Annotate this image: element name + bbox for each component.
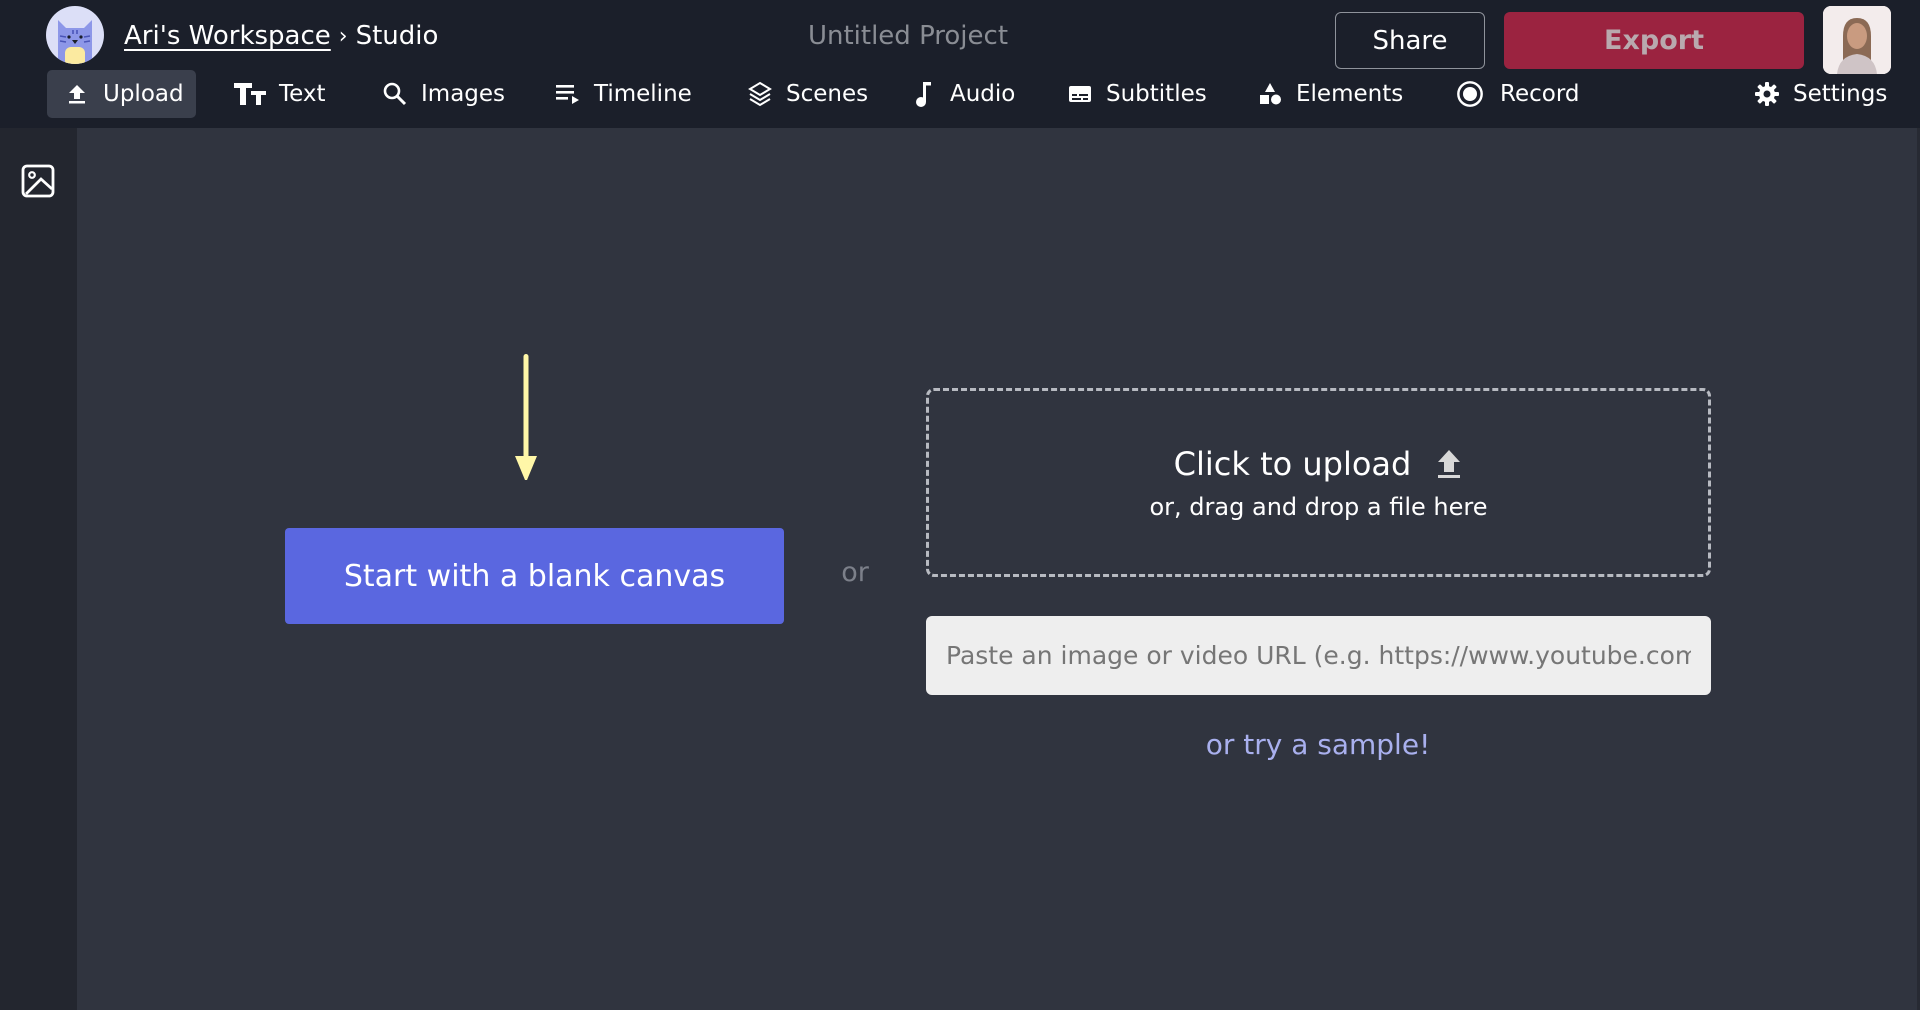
text-icon	[233, 80, 267, 108]
subtitles-icon	[1066, 80, 1094, 108]
left-sidebar	[0, 128, 77, 1010]
tab-subtitles[interactable]: Subtitles	[1066, 70, 1207, 118]
tab-timeline[interactable]: Timeline	[554, 70, 692, 118]
tab-text[interactable]: Text	[233, 70, 326, 118]
upload-dropzone[interactable]: Click to upload or, drag and drop a file…	[926, 388, 1711, 577]
current-page: Studio	[355, 21, 439, 51]
tab-label: Timeline	[594, 81, 692, 107]
gear-icon	[1753, 80, 1781, 108]
tab-record[interactable]: Record	[1456, 70, 1579, 118]
tab-label: Images	[421, 81, 506, 107]
tab-audio[interactable]: Audio	[910, 70, 1015, 118]
record-icon	[1456, 80, 1484, 108]
dropzone-title: Click to upload	[1174, 445, 1464, 483]
upload-icon	[63, 80, 91, 108]
upload-icon	[1435, 448, 1463, 480]
url-input[interactable]	[926, 616, 1711, 695]
export-button[interactable]: Export	[1504, 12, 1804, 69]
user-avatar[interactable]	[1823, 6, 1891, 74]
tab-images[interactable]: Images	[381, 70, 505, 118]
tab-label: Scenes	[786, 81, 869, 107]
tab-label: Record	[1500, 81, 1580, 107]
image-icon	[21, 164, 55, 202]
breadcrumb: Ari's Workspace › Studio	[124, 16, 438, 56]
blank-canvas-button[interactable]: Start with a blank canvas	[285, 528, 784, 624]
top-header: Ari's Workspace › Studio Untitled Projec…	[0, 0, 1920, 128]
down-arrow-icon	[514, 352, 538, 482]
music-note-icon	[910, 80, 938, 108]
or-divider-text: or	[841, 557, 869, 588]
user-photo-icon	[1823, 6, 1891, 74]
layers-icon	[746, 80, 774, 108]
tab-label: Subtitles	[1106, 81, 1207, 107]
tab-label: Settings	[1793, 81, 1888, 107]
shapes-icon	[1256, 80, 1284, 108]
tab-label: Text	[279, 81, 326, 107]
sidebar-item-media[interactable]	[19, 164, 57, 202]
tab-label: Audio	[950, 81, 1016, 107]
cat-logo-icon	[58, 20, 92, 64]
dropzone-subtitle: or, drag and drop a file here	[1149, 492, 1488, 521]
timeline-icon	[554, 80, 582, 108]
workspace-avatar[interactable]	[46, 6, 104, 64]
workspace-link[interactable]: Ari's Workspace	[124, 21, 331, 51]
main-toolbar: Upload Text Images Timeline Scenes Audio…	[0, 70, 1920, 118]
tab-elements[interactable]: Elements	[1256, 70, 1403, 118]
tab-settings[interactable]: Settings	[1753, 70, 1887, 118]
breadcrumb-separator: ›	[338, 23, 348, 49]
try-sample-link[interactable]: or try a sample!	[1118, 724, 1518, 766]
dropzone-title-text: Click to upload	[1173, 444, 1412, 483]
search-icon	[381, 80, 409, 108]
tab-label: Upload	[103, 81, 184, 107]
tab-label: Elements	[1296, 81, 1404, 107]
project-title[interactable]: Untitled Project	[708, 16, 1108, 56]
share-button[interactable]: Share	[1335, 12, 1485, 69]
tab-upload[interactable]: Upload	[47, 70, 196, 118]
tab-scenes[interactable]: Scenes	[746, 70, 868, 118]
